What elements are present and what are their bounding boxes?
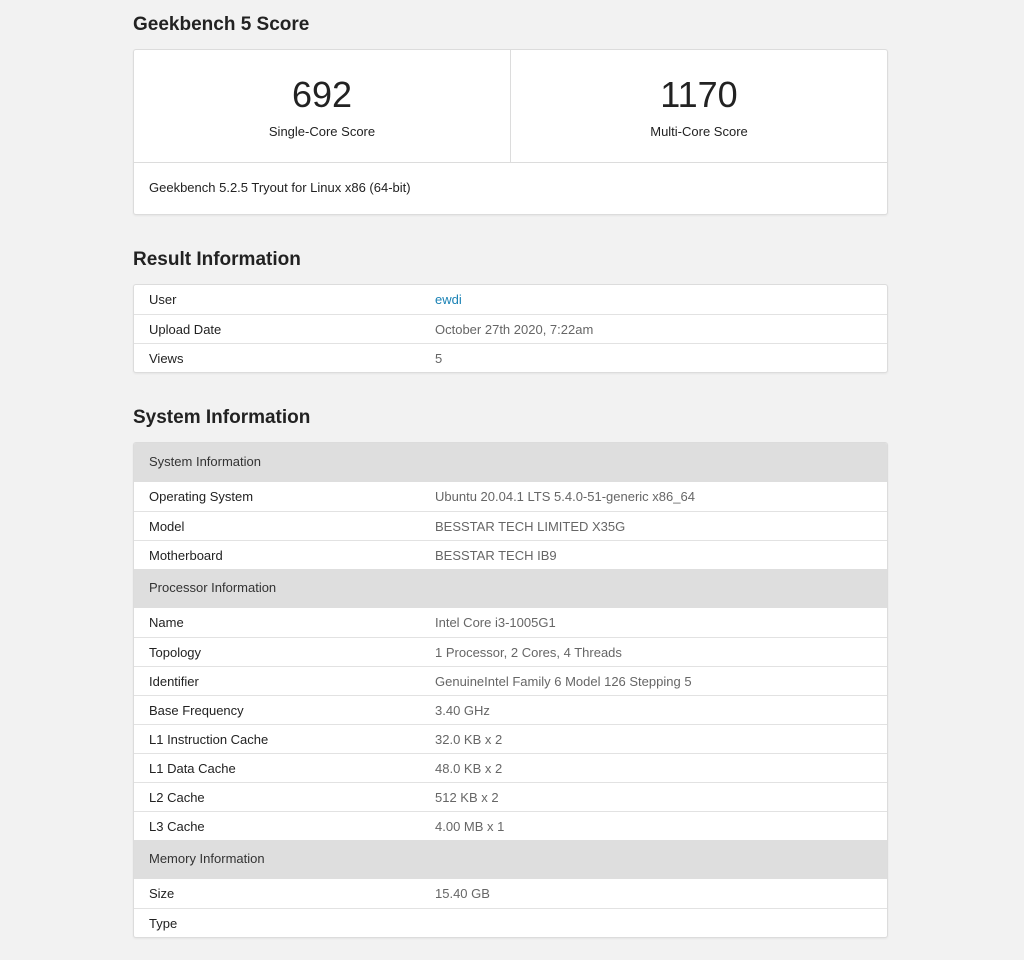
row-value: Intel Core i3-1005G1 (435, 615, 556, 630)
row-key: Size (149, 886, 175, 901)
user-link[interactable]: ewdi (435, 285, 887, 314)
table-row: User ewdi (134, 285, 887, 314)
single-core-cell: 692 Single-Core Score (134, 50, 510, 162)
table-row: Model BESSTAR TECH LIMITED X35G (134, 511, 887, 540)
table-row: Type (134, 908, 887, 937)
row-key: Type (149, 916, 178, 931)
table-row: Identifier GenuineIntel Family 6 Model 1… (134, 666, 887, 695)
row-value: 15.40 GB (435, 886, 490, 901)
score-section-title: Geekbench 5 Score (133, 14, 310, 35)
row-value: BESSTAR TECH LIMITED X35G (435, 519, 626, 534)
row-value: October 27th 2020, 7:22am (435, 322, 594, 337)
version-info: Geekbench 5.2.5 Tryout for Linux x86 (64… (149, 180, 411, 195)
table-row: L1 Instruction Cache 32.0 KB x 2 (134, 724, 887, 753)
multi-core-label: Multi-Core Score (650, 124, 748, 139)
row-key: Motherboard (149, 548, 223, 563)
table-row: Upload Date October 27th 2020, 7:22am (134, 314, 887, 343)
row-value (435, 909, 887, 937)
table-row: Operating System Ubuntu 20.04.1 LTS 5.4.… (134, 482, 887, 511)
system-section-title: System Information (133, 407, 311, 428)
row-key: Base Frequency (149, 703, 244, 718)
result-info-table: User ewdi Upload Date October 27th 2020,… (133, 284, 888, 373)
row-key: Upload Date (149, 322, 222, 337)
row-key: Model (149, 519, 185, 534)
row-value: 32.0 KB x 2 (435, 732, 503, 747)
row-key: Operating System (149, 489, 254, 504)
single-core-score: 692 (291, 74, 353, 115)
system-info-table: System Information Operating System Ubun… (133, 442, 888, 938)
row-value: 5 (435, 351, 443, 366)
row-value: 512 KB x 2 (435, 790, 499, 805)
table-row: Size 15.40 GB (134, 879, 887, 908)
row-key: Views (149, 351, 184, 366)
multi-core-cell: 1170 Multi-Core Score (510, 50, 887, 162)
row-value: Ubuntu 20.04.1 LTS 5.4.0-51-generic x86_… (435, 489, 695, 504)
row-value: GenuineIntel Family 6 Model 126 Stepping… (435, 674, 692, 689)
row-key: Identifier (149, 674, 199, 689)
row-value: 48.0 KB x 2 (435, 761, 503, 776)
row-key: L2 Cache (149, 790, 205, 805)
group-header-processor: Processor Information (134, 569, 887, 608)
row-key: User (149, 292, 177, 307)
row-key: L1 Instruction Cache (149, 732, 269, 747)
single-core-label: Single-Core Score (268, 124, 376, 139)
table-row: Name Intel Core i3-1005G1 (134, 608, 887, 637)
group-header-system: System Information (134, 443, 887, 482)
table-row: L2 Cache 512 KB x 2 (134, 782, 887, 811)
table-row: L3 Cache 4.00 MB x 1 (134, 811, 887, 840)
row-key: L3 Cache (149, 819, 205, 834)
row-value: 4.00 MB x 1 (435, 819, 505, 834)
table-row: Base Frequency 3.40 GHz (134, 695, 887, 724)
row-value: 1 Processor, 2 Cores, 4 Threads (435, 645, 622, 660)
row-key: L1 Data Cache (149, 761, 236, 776)
result-section-title: Result Information (133, 249, 301, 270)
multi-core-score: 1170 (660, 74, 738, 115)
table-row: Topology 1 Processor, 2 Cores, 4 Threads (134, 637, 887, 666)
table-row: L1 Data Cache 48.0 KB x 2 (134, 753, 887, 782)
score-card: 692 Single-Core Score 1170 Multi-Core Sc… (133, 49, 888, 215)
table-row: Views 5 (134, 343, 887, 372)
row-key: Name (149, 615, 184, 630)
row-value: BESSTAR TECH IB9 (435, 548, 557, 563)
row-value: 3.40 GHz (435, 703, 490, 718)
group-header-memory: Memory Information (134, 840, 887, 879)
row-key: Topology (149, 645, 202, 660)
score-row: 692 Single-Core Score 1170 Multi-Core Sc… (134, 50, 887, 163)
table-row: Motherboard BESSTAR TECH IB9 (134, 540, 887, 569)
